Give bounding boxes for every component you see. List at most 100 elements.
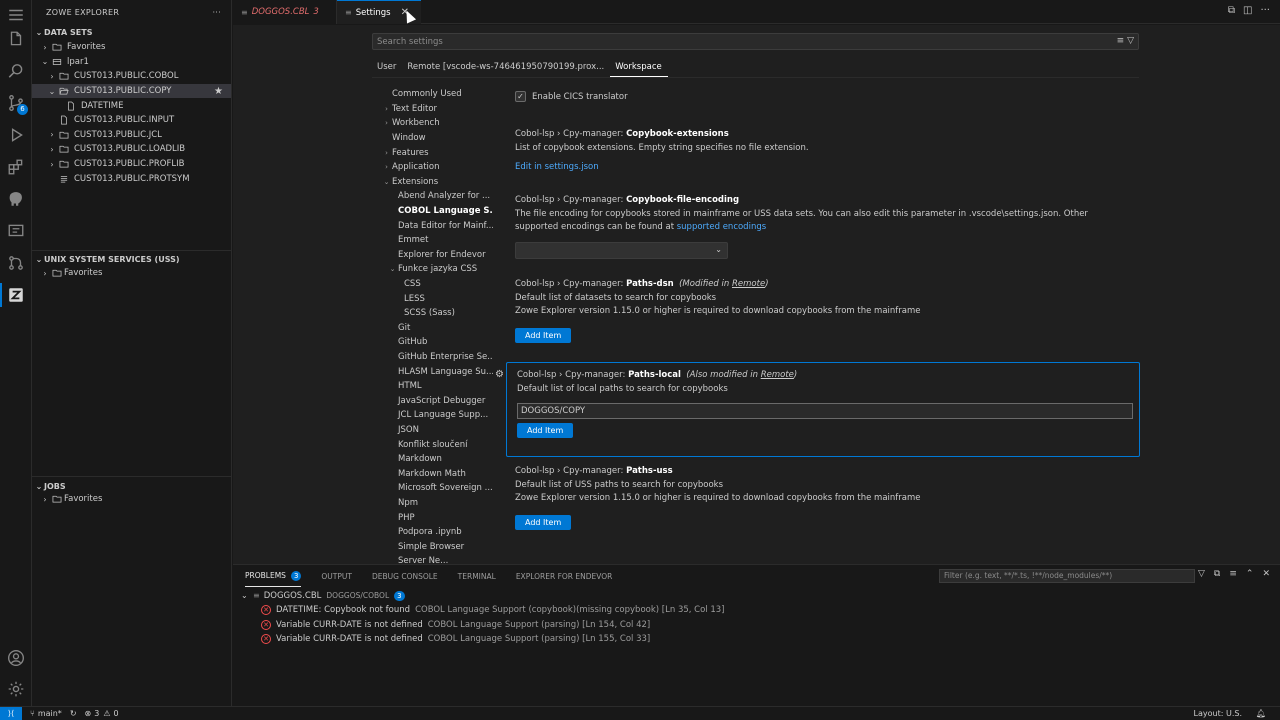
toc-item[interactable]: Emmet (381, 233, 493, 248)
tab-doggos-cbl[interactable]: ≡ DOGGOS.CBL 3 (233, 0, 337, 24)
run-debug-icon[interactable] (4, 123, 28, 147)
toc-item[interactable]: SCSS (Sass) (381, 306, 493, 321)
view-as-list-icon[interactable]: ≡ (1229, 569, 1237, 579)
problems-file-row[interactable]: ⌄ ≡ DOGGOS.CBL DOGGOS/COBOL 3 (233, 588, 1280, 603)
toc-item[interactable]: › Workbench (381, 116, 493, 131)
more-actions-icon[interactable]: ··· (212, 8, 221, 17)
panel-tab-terminal[interactable]: TERMINAL (458, 565, 496, 587)
dataset-tree-item[interactable]: ⌄ lpar1 (32, 55, 231, 70)
search-settings-input[interactable]: Search settings ≡ ▽ (372, 33, 1139, 50)
filter-icon[interactable]: ≡ ▽ (1117, 36, 1134, 46)
gear-icon[interactable]: ⚙ (495, 369, 504, 380)
scope-tab-user[interactable]: User (372, 59, 402, 77)
toc-item[interactable]: Konflikt sloučení (381, 437, 493, 452)
problem-row[interactable]: ✕ Variable CURR-DATE is not defined COBOL … (233, 618, 1280, 633)
dataset-tree-item[interactable]: ⌄ CUST013.PUBLIC.COPY ★ (32, 83, 231, 99)
toc-item[interactable]: Podpora .ipynb (381, 525, 493, 540)
dataset-tree-item[interactable]: CUST013.PUBLIC.INPUT (32, 113, 231, 128)
panel-tab-output[interactable]: OUTPUT (321, 565, 352, 587)
toc-item[interactable]: HLASM Language Su... (381, 364, 493, 379)
panel-tab-debug-console[interactable]: DEBUG CONSOLE (372, 565, 438, 587)
toc-item[interactable]: CSS (381, 277, 493, 292)
manage-gear-icon[interactable] (4, 677, 28, 701)
filter-icon[interactable]: ▽ (1198, 569, 1205, 579)
source-control-icon[interactable]: 6 (4, 91, 28, 115)
modified-remote-link[interactable]: Remote (732, 279, 765, 289)
error-count[interactable]: 3 (94, 709, 99, 718)
scope-tab-workspace[interactable]: Workspace (610, 59, 668, 77)
jobs-favorites[interactable]: › Favorites (32, 492, 231, 507)
remote-explorer-icon[interactable] (4, 219, 28, 243)
close-panel-icon[interactable]: ✕ (1262, 569, 1270, 579)
toc-item[interactable]: Git (381, 321, 493, 336)
notifications-bell-icon[interactable]: 🔔︎ (1256, 709, 1266, 718)
uss-favorites[interactable]: › Favorites (32, 266, 231, 281)
toc-item[interactable]: Abend Analyzer for ... (381, 189, 493, 204)
git-graph-icon[interactable] (4, 251, 28, 275)
toc-item[interactable]: ⌄ Extensions (381, 175, 493, 190)
add-item-button[interactable]: Add Item (515, 515, 572, 530)
search-icon[interactable] (4, 59, 28, 83)
chevron-up-icon[interactable]: ⌃ (1246, 569, 1254, 579)
problem-row[interactable]: ✕ Variable CURR-DATE is not defined COBOL … (233, 632, 1280, 647)
toc-item[interactable]: ⌄ Funkce jazyka CSS (381, 262, 493, 277)
open-settings-json-icon[interactable]: ⧉ (1228, 5, 1235, 16)
toc-item[interactable]: › Text Editor (381, 102, 493, 117)
sync-icon[interactable]: ↻ (70, 709, 77, 718)
edit-in-settings-json-link[interactable]: Edit in settings.json (515, 161, 1130, 174)
supported-encodings-link[interactable]: supported encodings (677, 222, 766, 232)
toc-item[interactable]: JSON (381, 423, 493, 438)
toc-item[interactable]: Simple Browser (381, 539, 493, 554)
toc-item[interactable]: Microsoft Sovereign ... (381, 481, 493, 496)
dataset-tree-item[interactable]: DATETIME (32, 98, 231, 113)
warning-count[interactable]: 0 (113, 709, 118, 718)
zowe-explorer-icon[interactable] (0, 283, 28, 307)
paths-local-input[interactable]: DOGGOS/COPY (517, 403, 1133, 419)
datasets-section-header[interactable]: ⌄ DATA SETS (32, 24, 231, 40)
toc-item[interactable]: JavaScript Debugger (381, 393, 493, 408)
toc-item[interactable]: › Application (381, 160, 493, 175)
toc-item[interactable]: PHP (381, 510, 493, 525)
add-item-button[interactable]: Add Item (515, 328, 572, 343)
toc-item[interactable]: Markdown (381, 452, 493, 467)
dataset-tree-item[interactable]: CUST013.PUBLIC.PROTSYM (32, 171, 231, 186)
add-item-button[interactable]: Add Item (517, 423, 574, 438)
uss-section-header[interactable]: ⌄ UNIX SYSTEM SERVICES (USS) (32, 251, 231, 267)
toc-item[interactable]: Server Ne... (381, 554, 493, 564)
dataset-tree-item[interactable]: › CUST013.PUBLIC.JCL (32, 128, 231, 143)
toc-item[interactable]: LESS (381, 291, 493, 306)
menu-icon[interactable] (4, 3, 28, 27)
problem-row[interactable]: ✕ DATETIME: Copybook not found COBOL Langu… (233, 603, 1280, 618)
explorer-icon[interactable] (4, 27, 28, 51)
toc-item[interactable]: GitHub (381, 335, 493, 350)
toc-item[interactable]: GitHub Enterprise Se... (381, 350, 493, 365)
cics-checkbox[interactable]: ✓ (515, 91, 526, 102)
panel-tab-problems[interactable]: PROBLEMS 3 (245, 565, 302, 587)
modified-remote-link[interactable]: Remote (761, 370, 794, 380)
toc-item[interactable]: Data Editor for Mainf... (381, 218, 493, 233)
toc-item[interactable]: Markdown Math (381, 466, 493, 481)
panel-tab-endevor[interactable]: EXPLORER FOR ENDEVOR (516, 565, 613, 587)
dataset-tree-item[interactable]: › CUST013.PUBLIC.PROFLIB (32, 157, 231, 172)
split-editor-icon[interactable]: ◫ (1243, 5, 1252, 16)
toc-item[interactable]: Npm (381, 496, 493, 511)
dataset-tree-item[interactable]: › CUST013.PUBLIC.COBOL (32, 69, 231, 84)
toc-item[interactable]: JCL Language Supp... (381, 408, 493, 423)
keyboard-layout[interactable]: Layout: U.S. (1194, 709, 1242, 718)
branch-name[interactable]: main* (38, 709, 62, 718)
toc-item[interactable]: COBOL Language S... (381, 204, 493, 219)
collapse-all-icon[interactable]: ⧉ (1214, 569, 1220, 579)
dataset-tree-item[interactable]: › CUST013.PUBLIC.LOADLIB (32, 142, 231, 157)
extensions-icon[interactable] (4, 155, 28, 179)
add-favorite-star-icon[interactable]: ★ (214, 86, 223, 97)
account-icon[interactable] (4, 646, 28, 670)
remote-indicator-icon[interactable]: ⟩⟨ (0, 706, 22, 720)
dataset-tree-item[interactable]: › Favorites (32, 40, 231, 55)
toc-item[interactable]: HTML (381, 379, 493, 394)
toc-item[interactable]: Commonly Used (381, 87, 493, 102)
more-actions-icon[interactable]: ··· (1260, 5, 1270, 16)
problems-filter-input[interactable]: Filter (e.g. text, **/*.ts, !**/node_mod… (939, 569, 1195, 583)
toc-item[interactable]: Explorer for Endevor (381, 248, 493, 263)
encoding-select[interactable]: ⌄ (515, 242, 728, 259)
toc-item[interactable]: › Features (381, 145, 493, 160)
